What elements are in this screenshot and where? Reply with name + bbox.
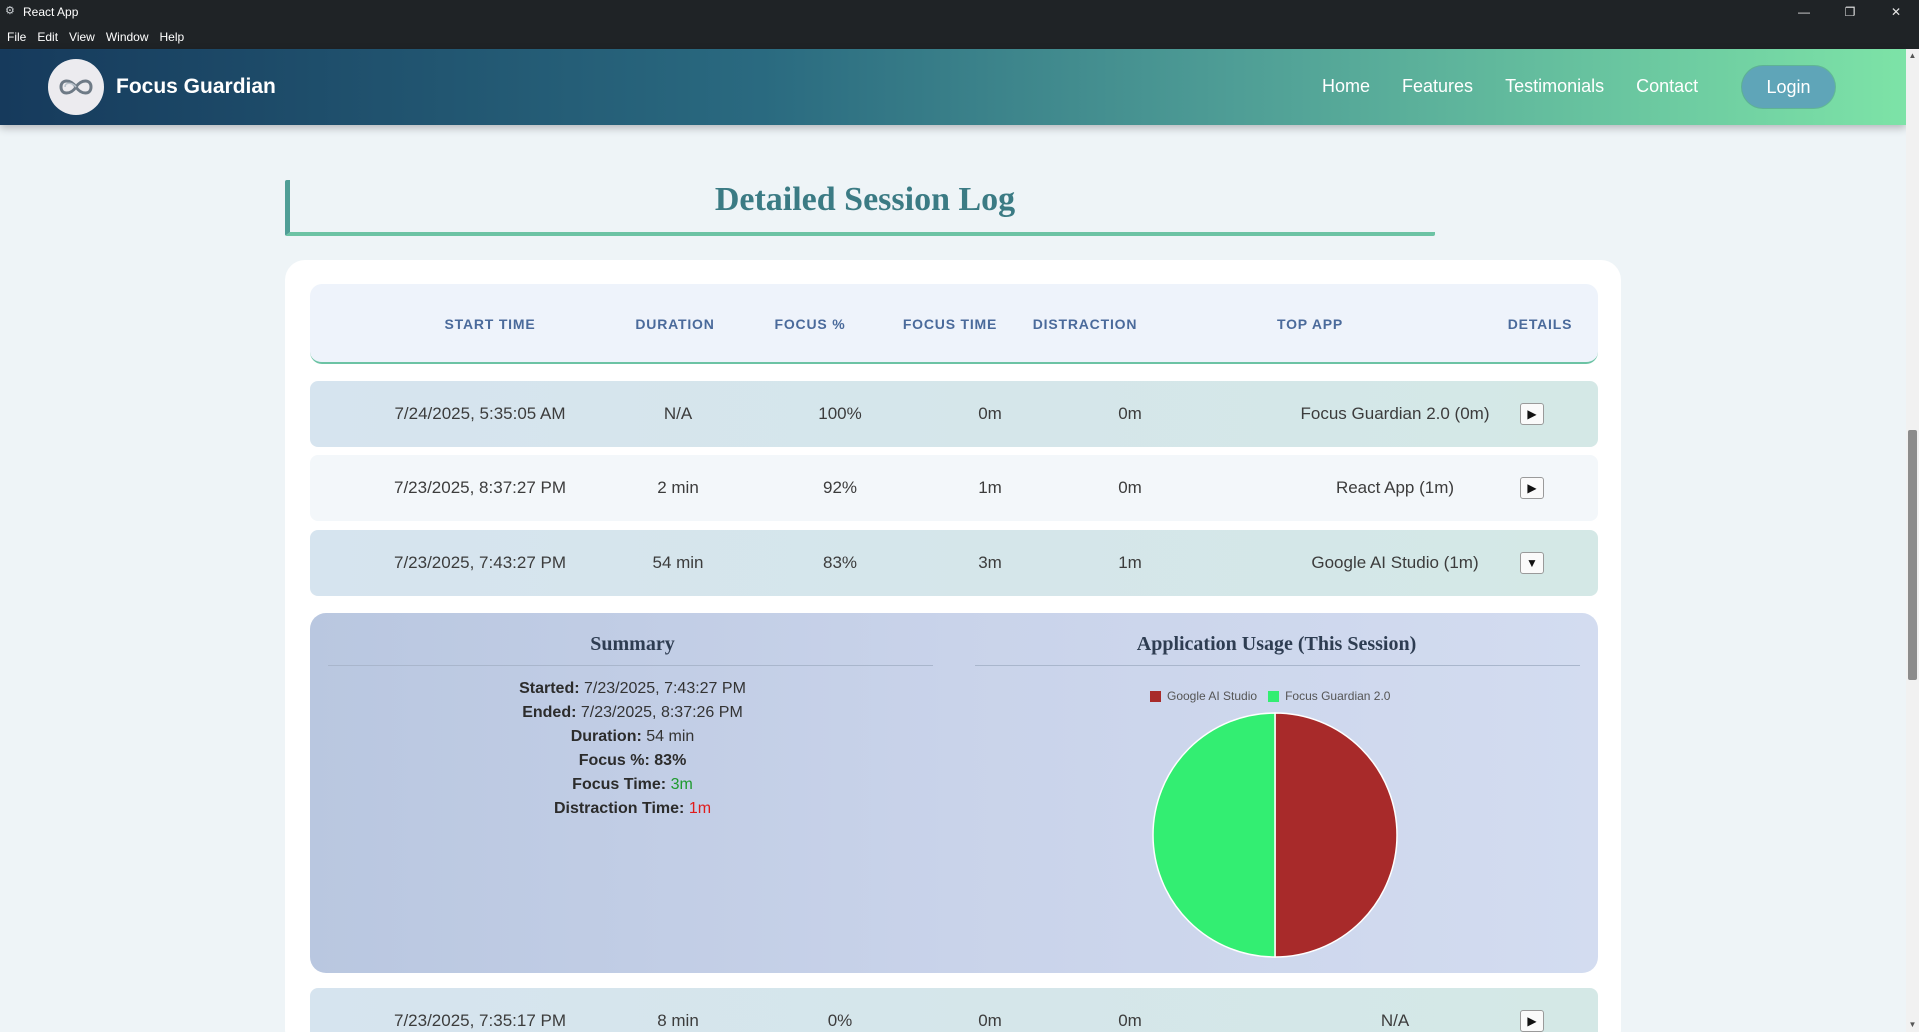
collapse-toggle-icon[interactable]: ▼ <box>1520 552 1544 574</box>
cell-start-time: 7/23/2025, 7:35:17 PM <box>393 1011 567 1030</box>
page-title: Detailed Session Log <box>714 181 1016 218</box>
cell-start-time: 7/23/2025, 8:37:27 PM <box>393 478 567 497</box>
menu-help[interactable]: Help <box>160 30 185 44</box>
cell-focus-time: 3m <box>978 553 1002 572</box>
summary-details: Started: 7/23/2025, 7:43:27 PM Ended: 7/… <box>310 677 955 821</box>
window-titlebar: ⚙ React App — ❐ ✕ <box>0 0 1919 24</box>
duration-value: 54 min <box>646 728 695 745</box>
table-row[interactable]: 7/23/2025, 7:43:27 PM 54 min 83% 3m 1m G… <box>310 530 1598 596</box>
menu-bar: File Edit View Window Help <box>0 24 1919 49</box>
distraction-time-label: Distraction Time: <box>553 800 685 817</box>
expand-toggle-icon[interactable]: ▶ <box>1520 477 1544 499</box>
cell-distraction: 0m <box>1118 478 1142 497</box>
scroll-down-icon[interactable]: ▼ <box>1906 1018 1919 1032</box>
vertical-scrollbar[interactable]: ▲ ▼ <box>1906 49 1919 1032</box>
cell-start-time: 7/24/2025, 5:35:05 AM <box>394 404 566 423</box>
cell-top-app: N/A <box>1380 1011 1410 1030</box>
scroll-up-icon[interactable]: ▲ <box>1906 49 1919 63</box>
cell-distraction: 1m <box>1118 553 1142 572</box>
legend-item[interactable]: Focus Guardian 2.0 <box>1268 689 1390 703</box>
infinity-icon <box>59 79 93 95</box>
header-focus-time: FOCUS TIME <box>902 316 998 332</box>
menu-file[interactable]: File <box>7 30 26 44</box>
header-top-app: TOP APP <box>1276 316 1344 332</box>
cell-top-app: Focus Guardian 2.0 (0m) <box>1300 404 1490 423</box>
summary-title: Summary <box>590 633 675 655</box>
cell-duration: 8 min <box>657 1011 699 1030</box>
restore-icon[interactable]: ❐ <box>1827 0 1873 24</box>
top-navbar: Focus Guardian Home Features Testimonial… <box>0 49 1906 125</box>
scroll-thumb[interactable] <box>1908 430 1917 680</box>
header-duration: DURATION <box>635 316 715 332</box>
cell-focus-pct: 0% <box>827 1011 853 1030</box>
pie-slice-google-ai-studio[interactable] <box>1274 712 1398 958</box>
cell-top-app: React App (1m) <box>1335 478 1455 497</box>
header-focus-pct: FOCUS % <box>774 316 846 332</box>
session-log-card: START TIME DURATION FOCUS % FOCUS TIME D… <box>285 260 1621 1032</box>
table-row[interactable]: 7/24/2025, 5:35:05 AM N/A 100% 0m 0m Foc… <box>310 381 1598 447</box>
section-heading-frame: Detailed Session Log <box>285 180 1435 236</box>
cell-focus-pct: 92% <box>822 478 858 497</box>
logo[interactable] <box>48 59 104 115</box>
menu-edit[interactable]: Edit <box>37 30 58 44</box>
ended-value: 7/23/2025, 8:37:26 PM <box>580 704 743 721</box>
focus-time-label: Focus Time: <box>572 776 667 793</box>
focus-time-value: 3m <box>670 776 693 793</box>
cell-duration: 54 min <box>652 553 704 572</box>
nav-link-home[interactable]: Home <box>1322 76 1370 97</box>
pie-slice-focus-guardian-2-0[interactable] <box>1152 712 1276 958</box>
cell-distraction: 0m <box>1118 404 1142 423</box>
chart-legend: Google AI Studio Focus Guardian 2.0 <box>1150 689 1401 703</box>
cell-top-app: Google AI Studio (1m) <box>1311 553 1479 572</box>
table-header: START TIME DURATION FOCUS % FOCUS TIME D… <box>310 284 1598 364</box>
cell-duration: N/A <box>663 404 693 423</box>
legend-swatch <box>1150 690 1161 702</box>
legend-label: Google AI Studio <box>1167 689 1258 703</box>
table-row[interactable]: 7/23/2025, 8:37:27 PM 2 min 92% 1m 0m Re… <box>310 455 1598 521</box>
close-icon[interactable]: ✕ <box>1873 0 1919 24</box>
nav-link-contact[interactable]: Contact <box>1636 76 1698 97</box>
distraction-time-value: 1m <box>688 800 712 817</box>
minimize-icon[interactable]: — <box>1781 0 1827 24</box>
brand-name[interactable]: Focus Guardian <box>116 75 276 99</box>
header-distraction: DISTRACTION <box>1032 316 1138 332</box>
focus-pct-label: Focus %: <box>578 752 650 769</box>
header-details: DETAILS <box>1507 316 1573 332</box>
nav-link-testimonials[interactable]: Testimonials <box>1505 76 1604 97</box>
menu-view[interactable]: View <box>69 30 95 44</box>
nav-links: Home Features Testimonials Contact <box>1322 76 1730 97</box>
login-button[interactable]: Login <box>1742 66 1835 108</box>
cell-focus-time: 0m <box>978 1011 1002 1030</box>
legend-item[interactable]: Google AI Studio <box>1150 689 1257 703</box>
window-title: React App <box>23 5 79 19</box>
focus-pct-value: 83% <box>654 752 687 769</box>
app-usage-pie-chart <box>1152 712 1398 958</box>
expand-toggle-icon[interactable]: ▶ <box>1520 403 1544 425</box>
started-label: Started: <box>519 680 580 697</box>
started-value: 7/23/2025, 7:43:27 PM <box>584 680 746 697</box>
app-icon: ⚙ <box>5 5 15 17</box>
chart-divider <box>975 665 1580 666</box>
cell-focus-time: 1m <box>978 478 1002 497</box>
menu-window[interactable]: Window <box>106 30 149 44</box>
cell-start-time: 7/23/2025, 7:43:27 PM <box>393 553 567 572</box>
table-row[interactable]: 7/23/2025, 7:35:17 PM 8 min 0% 0m 0m N/A… <box>310 988 1598 1032</box>
cell-distraction: 0m <box>1118 1011 1142 1030</box>
chart-title: Application Usage (This Session) <box>1136 633 1417 655</box>
expand-toggle-icon[interactable]: ▶ <box>1520 1010 1544 1032</box>
legend-label: Focus Guardian 2.0 <box>1285 689 1391 703</box>
cell-focus-time: 0m <box>978 404 1002 423</box>
cell-focus-pct: 100% <box>818 404 862 423</box>
cell-focus-pct: 83% <box>822 553 858 572</box>
duration-label: Duration: <box>570 728 642 745</box>
nav-link-features[interactable]: Features <box>1402 76 1473 97</box>
header-start-time: START TIME <box>444 316 536 332</box>
cell-duration: 2 min <box>657 478 699 497</box>
legend-swatch <box>1268 690 1280 702</box>
ended-label: Ended: <box>522 704 577 721</box>
window-controls: — ❐ ✕ <box>1781 0 1919 24</box>
summary-divider <box>328 665 933 666</box>
session-details-panel: Summary Started: 7/23/2025, 7:43:27 PM E… <box>310 613 1598 973</box>
